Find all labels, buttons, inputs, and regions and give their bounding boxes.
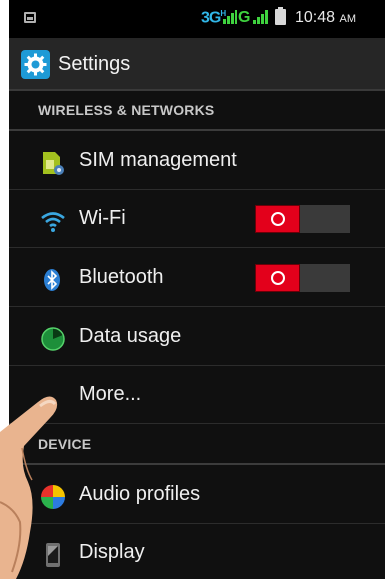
settings-item-label: Display	[79, 541, 145, 563]
action-bar: Settings	[9, 38, 385, 91]
sim-card-icon	[40, 150, 64, 175]
settings-gear-icon[interactable]	[21, 50, 50, 79]
bluetooth-toggle[interactable]	[255, 264, 350, 292]
wifi-toggle[interactable]	[255, 205, 350, 233]
settings-item-label: Wi-Fi	[79, 207, 126, 229]
signal-icon	[253, 10, 269, 24]
wifi-icon	[40, 208, 65, 232]
settings-item-label: Bluetooth	[79, 266, 164, 288]
page-title: Settings	[58, 53, 131, 75]
pointing-hand-image	[0, 396, 58, 579]
settings-item-data-usage[interactable]: Data usage	[9, 308, 385, 366]
settings-item-bluetooth[interactable]: Bluetooth	[9, 249, 385, 307]
clock: 10:48 AM	[295, 9, 356, 26]
settings-item-label: Data usage	[79, 325, 182, 347]
settings-item-label: Audio profiles	[79, 483, 201, 505]
settings-item-label: More...	[79, 383, 142, 405]
settings-item-sim-management[interactable]: SIM management	[9, 132, 385, 190]
toggle-knob	[255, 264, 300, 292]
network-type-g: G	[238, 9, 251, 26]
battery-icon	[275, 7, 286, 25]
settings-item-wifi[interactable]: Wi-Fi	[9, 190, 385, 248]
settings-item-label: SIM management	[79, 149, 237, 171]
toggle-knob	[255, 205, 300, 233]
section-header-wireless: WIRELESS & NETWORKS	[9, 91, 385, 131]
bluetooth-icon	[40, 267, 64, 291]
network-type-3g: 3GH	[201, 9, 226, 27]
signal-icon	[223, 10, 237, 24]
gallery-icon	[24, 12, 36, 23]
status-bar: 3GH G 10:48 AM	[9, 0, 385, 38]
data-usage-icon	[40, 326, 65, 351]
